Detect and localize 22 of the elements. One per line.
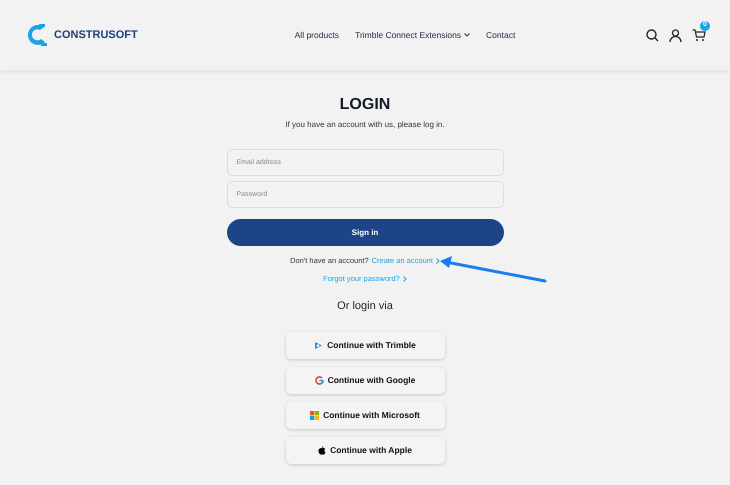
nav-link[interactable]: All products (294, 28, 340, 42)
chevron-right-icon (436, 258, 440, 264)
subtitle-text: If you have an account with us, please log in. (285, 119, 445, 131)
social-login-button[interactable]: Continue with Google (286, 367, 444, 394)
user-icon[interactable] (669, 28, 682, 42)
chevron-down-icon (464, 33, 470, 37)
brand-name: CONSTRUSOFT (54, 28, 138, 43)
social-login-button[interactable]: Continue with Trimble (286, 332, 444, 359)
social-login-button[interactable]: Continue with Apple (286, 437, 444, 464)
search-icon[interactable] (646, 28, 659, 42)
trimble-logo-icon (314, 341, 324, 350)
google-logo-icon (314, 376, 324, 385)
cart-icon[interactable] (692, 28, 706, 42)
windows-logo-icon (310, 411, 320, 420)
nav-link[interactable]: Contact (486, 28, 516, 42)
chevron-right-icon (402, 276, 407, 282)
page-title: LOGIN (340, 95, 390, 115)
sign-in-button[interactable]: Sign in (226, 219, 504, 246)
section-heading: Or login via (337, 298, 393, 314)
nav-link[interactable]: Trimble Connect Extensions (355, 28, 470, 42)
apple-logo-icon (318, 446, 326, 455)
social-login-button[interactable]: Continue with Microsoft (286, 402, 444, 429)
